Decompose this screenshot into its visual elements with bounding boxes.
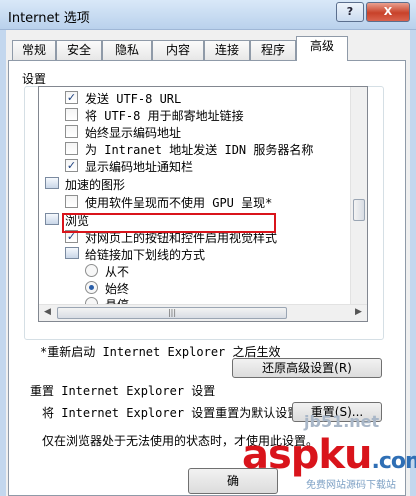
setting-label: 从不 <box>105 265 130 279</box>
highlight-box <box>62 213 276 233</box>
watermark-logo: aspku.com <box>242 432 416 478</box>
window-title: Internet 选项 <box>8 11 90 26</box>
checkbox[interactable]: ✓ <box>65 91 78 104</box>
tab-advanced[interactable]: 高级 <box>296 36 348 61</box>
setting-label: 发送 UTF-8 URL <box>85 92 182 106</box>
watermark-small: jb51.net <box>304 412 380 431</box>
horizontal-scroll-thumb[interactable]: ||| <box>57 307 287 319</box>
radio-button[interactable] <box>85 281 98 294</box>
tab-privacy[interactable]: 隐私 <box>102 40 152 60</box>
checkbox[interactable] <box>65 142 78 155</box>
reset-section-header: 重置 Internet Explorer 设置 <box>30 384 216 398</box>
tab-general[interactable]: 常规 <box>12 40 56 60</box>
title-bar: Internet 选项 ? X <box>0 0 416 30</box>
scroll-right-icon[interactable]: ▶ <box>355 307 362 317</box>
underline-category-icon <box>65 247 79 259</box>
vertical-scroll-thumb[interactable] <box>353 199 365 221</box>
setting-label: 将 UTF-8 用于邮寄地址链接 <box>85 109 244 123</box>
browsing-category-icon <box>45 213 59 225</box>
close-button[interactable]: X <box>366 2 410 22</box>
checkbox[interactable] <box>65 125 78 138</box>
watermark-logo-suffix: .com <box>371 449 416 474</box>
checkbox[interactable]: ✓ <box>65 159 78 172</box>
watermark-logo-text: aspku <box>242 432 373 478</box>
horizontal-scrollbar[interactable]: ◀ ||| ▶ <box>39 304 367 321</box>
setting-label: 显示编码地址通知栏 <box>85 160 194 174</box>
setting-label: 使用软件呈现而不使用 GPU 呈现* <box>85 196 273 210</box>
radio-button[interactable] <box>85 264 98 277</box>
tab-security[interactable]: 安全 <box>56 40 102 60</box>
setting-label: 始终 <box>105 282 130 296</box>
settings-label: 设置 <box>22 72 47 86</box>
graphics-category-icon <box>45 177 59 189</box>
tab-programs[interactable]: 程序 <box>250 40 296 60</box>
tab-content[interactable]: 内容 <box>152 40 204 60</box>
settings-list[interactable]: ✓ 发送 UTF-8 URL 将 UTF-8 用于邮寄地址链接 始终显示编码地址… <box>38 86 368 322</box>
category-label: 加速的图形 <box>65 178 126 192</box>
setting-label: 始终显示编码地址 <box>85 126 182 140</box>
setting-label: 为 Intranet 地址发送 IDN 服务器名称 <box>85 143 314 157</box>
category-label: 给链接加下划线的方式 <box>85 248 206 262</box>
tab-connections[interactable]: 连接 <box>204 40 250 60</box>
watermark-tagline: 免费网站源码下载站 <box>306 480 396 491</box>
help-button[interactable]: ? <box>336 2 364 22</box>
checkbox[interactable] <box>65 108 78 121</box>
checkbox[interactable] <box>65 195 78 208</box>
vertical-scrollbar[interactable] <box>350 87 367 306</box>
restore-advanced-button[interactable]: 还原高级设置(R) <box>232 358 382 378</box>
reset-description: 将 Internet Explorer 设置重置为默认设置。 <box>42 406 312 420</box>
scroll-left-icon[interactable]: ◀ <box>44 307 51 317</box>
